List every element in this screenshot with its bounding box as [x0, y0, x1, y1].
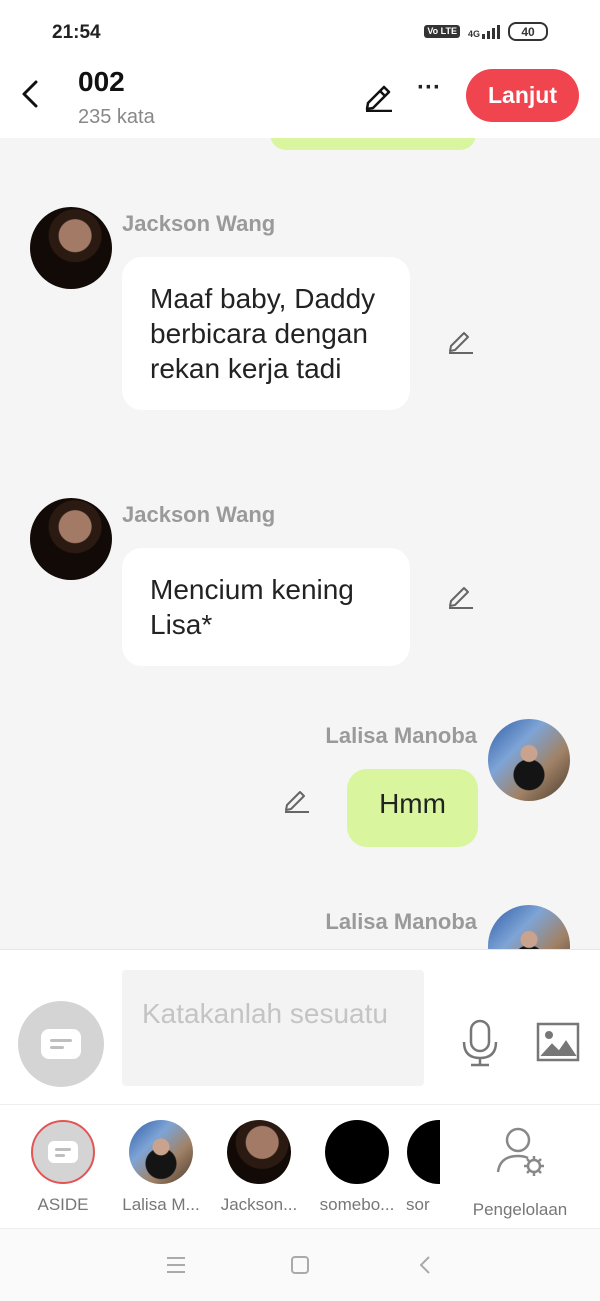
next-button[interactable]: Lanjut: [466, 69, 579, 122]
pencil-icon[interactable]: [282, 785, 310, 813]
speaker-name: Lalisa Manoba: [325, 909, 477, 934]
message-bubble[interactable]: Mencium kening Lisa*: [122, 548, 410, 666]
microphone-icon[interactable]: [460, 1018, 500, 1068]
avatar: [227, 1120, 291, 1184]
volte-icon: Vo LTE: [424, 25, 460, 38]
speaker-name: Jackson Wang: [122, 211, 276, 236]
system-nav-bar: [0, 1228, 600, 1301]
menu-icon[interactable]: [164, 1253, 188, 1277]
role-somebody[interactable]: somebo...: [312, 1120, 402, 1215]
role-label: sor: [406, 1195, 430, 1214]
top-app-bar: 002 235 kata ··· Lanjut: [0, 62, 600, 138]
role-label: ASIDE: [37, 1195, 89, 1214]
pencil-icon[interactable]: [446, 581, 474, 609]
pencil-icon[interactable]: [446, 326, 474, 354]
user-gear-icon: [496, 1127, 544, 1176]
role-label: Pengelolaan: [472, 1200, 568, 1219]
avatar[interactable]: [30, 207, 112, 289]
composer: Katakanlah sesuatu: [0, 949, 600, 1105]
more-icon[interactable]: ···: [414, 76, 444, 108]
avatar[interactable]: [488, 719, 570, 801]
avatar[interactable]: [30, 498, 112, 580]
role-clip: sor: [400, 1105, 440, 1229]
aside-avatar: [31, 1120, 95, 1184]
role-aside[interactable]: ASIDE: [18, 1120, 108, 1215]
character-bar: ASIDE Lalisa M... Jackson... somebo... s…: [0, 1104, 600, 1229]
battery-level: 40: [521, 24, 535, 39]
home-square-icon[interactable]: [288, 1253, 312, 1277]
avatar: [129, 1120, 193, 1184]
message-icon: [48, 1141, 78, 1163]
word-count: 235 kata: [78, 106, 155, 128]
back-triangle-icon[interactable]: [414, 1253, 438, 1277]
message-bubble[interactable]: Maaf baby, Daddy berbicara dengan rekan …: [122, 257, 410, 410]
pencil-icon[interactable]: [362, 78, 396, 112]
message-input[interactable]: Katakanlah sesuatu: [122, 970, 424, 1086]
role-somebody-2[interactable]: sor: [400, 1120, 440, 1215]
avatar: [407, 1120, 440, 1184]
message-bubble[interactable]: Hmm: [347, 769, 478, 847]
network-type: 4G: [467, 28, 480, 39]
speaker-name: Lalisa Manoba: [325, 723, 477, 748]
role-label: Lalisa M...: [122, 1195, 200, 1214]
image-icon[interactable]: [536, 1022, 580, 1062]
role-label: Jackson...: [220, 1195, 298, 1214]
message-bubble-partial[interactable]: [270, 138, 476, 150]
battery-icon: 40: [508, 22, 548, 41]
avatar: [325, 1120, 389, 1184]
role-jackson[interactable]: Jackson...: [214, 1120, 304, 1215]
signal-icon: 4G: [467, 24, 500, 39]
role-management[interactable]: Pengelolaan: [472, 1120, 568, 1220]
status-time: 21:54: [52, 22, 101, 43]
aside-toggle-button[interactable]: [18, 1001, 104, 1087]
message-icon: [41, 1029, 81, 1059]
role-label: somebo...: [319, 1195, 395, 1214]
page-title: 002: [78, 66, 125, 97]
avatar[interactable]: [488, 905, 570, 949]
status-bar: 21:54 Vo LTE 4G 40: [0, 0, 600, 62]
speaker-name: Jackson Wang: [122, 502, 276, 527]
role-lalisa[interactable]: Lalisa M...: [116, 1120, 206, 1215]
status-icons: Vo LTE 4G 40: [424, 22, 548, 41]
back-arrow-icon[interactable]: [16, 76, 46, 112]
chat-thread[interactable]: Jackson Wang Maaf baby, Daddy berbicara …: [0, 138, 600, 949]
